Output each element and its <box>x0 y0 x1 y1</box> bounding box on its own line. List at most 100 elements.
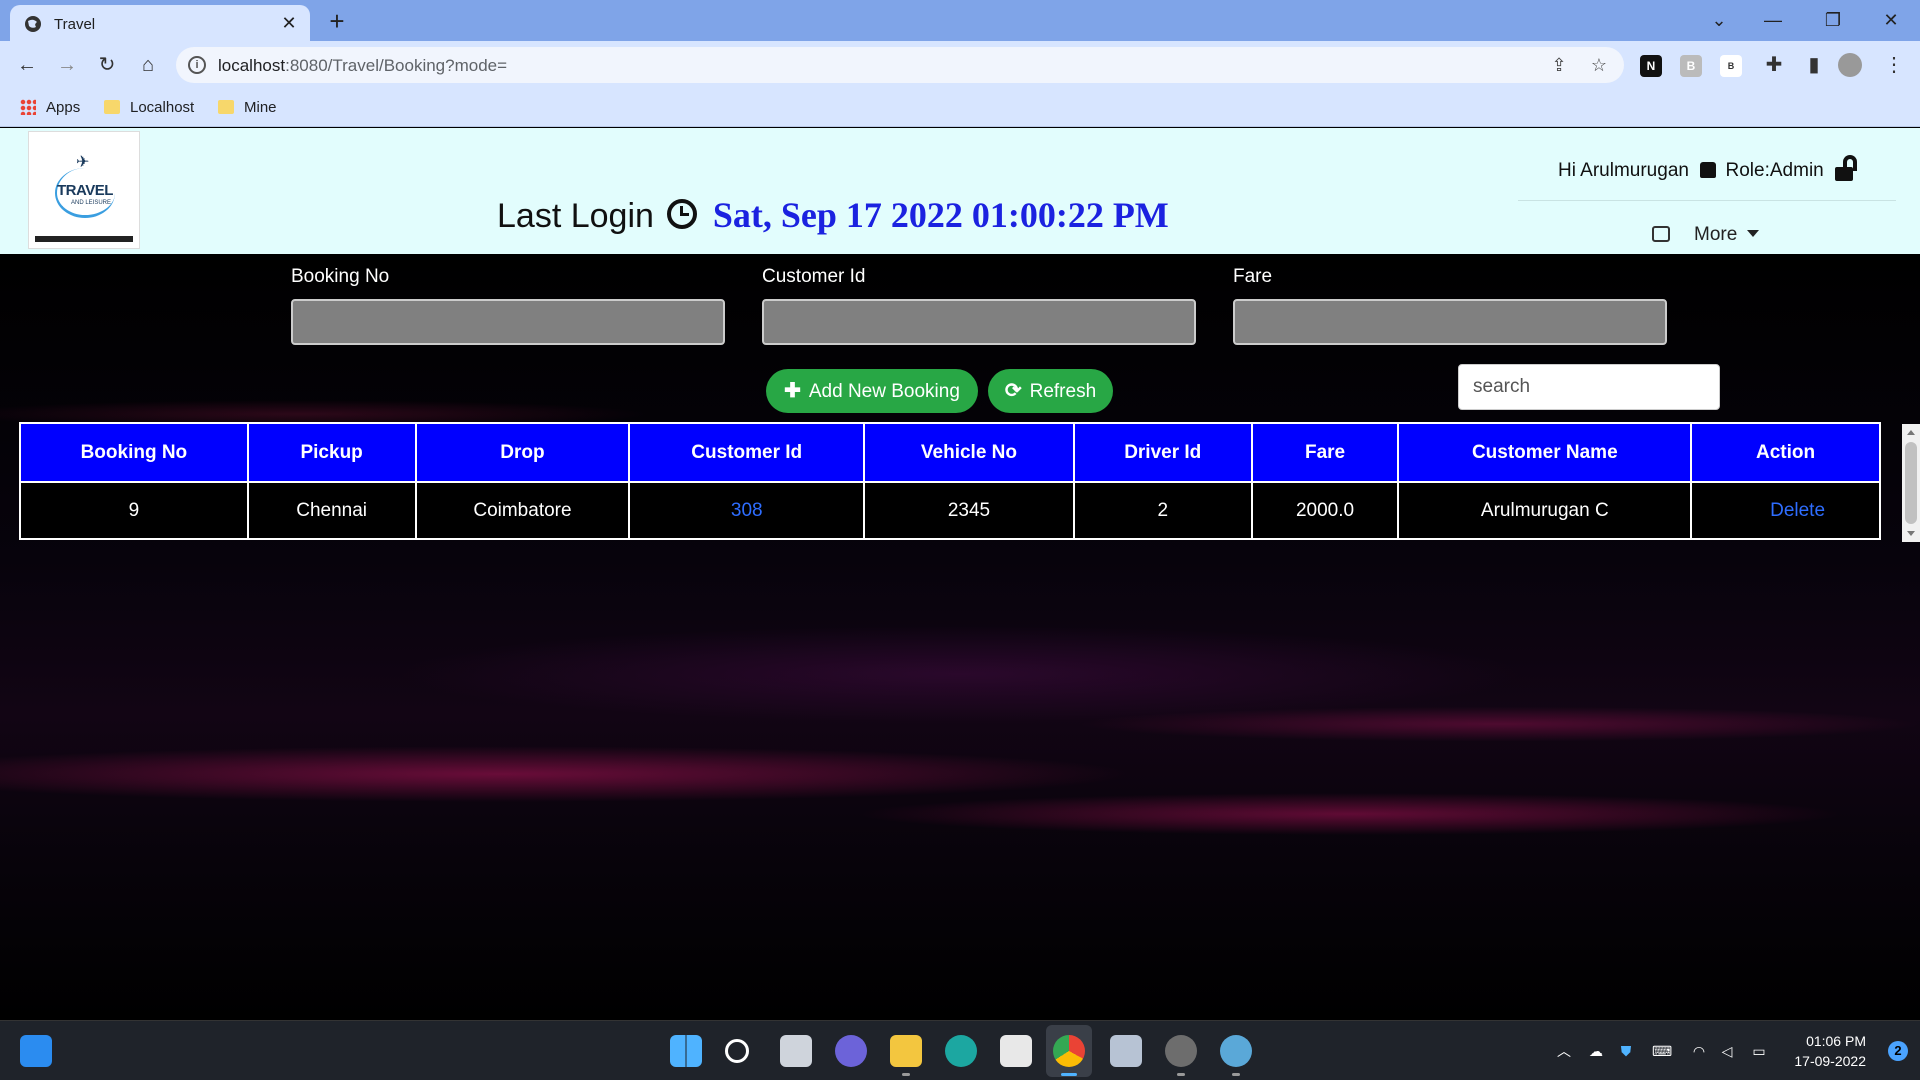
clock-time[interactable]: 01:06 PM <box>1806 1033 1866 1049</box>
home-icon[interactable]: ⌂ <box>134 51 162 79</box>
search-icon[interactable] <box>725 1039 749 1063</box>
delete-link[interactable]: Delete <box>1770 500 1825 521</box>
column-header[interactable]: Drop <box>414 422 631 483</box>
column-header[interactable]: Pickup <box>246 422 417 483</box>
more-menu[interactable]: More <box>1652 224 1760 246</box>
close-window-icon[interactable]: ✕ <box>1868 5 1914 35</box>
bookmark-star-icon[interactable]: ☆ <box>1588 54 1610 76</box>
clock-icon <box>667 199 698 229</box>
bookings-table: Booking No Pickup Drop Customer Id Vehic… <box>19 422 1881 540</box>
tab-title: Travel <box>54 16 96 33</box>
extension-n-icon[interactable]: N <box>1640 55 1662 77</box>
cell-action: Delete <box>1690 481 1881 540</box>
fare-input[interactable] <box>1233 299 1667 345</box>
extensions-puzzle-icon[interactable]: ✚ <box>1760 51 1788 79</box>
address-bar[interactable]: i localhost:8080/Travel/Booking?mode= ⇪ … <box>176 47 1624 83</box>
widgets-icon[interactable] <box>20 1035 52 1067</box>
battery-icon[interactable]: ▭ <box>1750 1043 1768 1059</box>
profile-avatar[interactable] <box>1838 53 1862 77</box>
chat-icon[interactable] <box>835 1035 867 1067</box>
user-role: Role:Admin <box>1725 160 1824 181</box>
chrome-icon[interactable] <box>1053 1035 1085 1067</box>
keyboard-icon[interactable]: ⌨ <box>1652 1043 1672 1059</box>
forward-icon[interactable]: → <box>53 51 81 79</box>
site-info-icon[interactable]: i <box>188 56 206 74</box>
start-windows-icon[interactable] <box>670 1035 702 1067</box>
active-indicator <box>1061 1073 1077 1076</box>
scroll-up-icon[interactable] <box>1907 430 1915 435</box>
cell-fare: 2000.0 <box>1250 481 1400 540</box>
back-icon[interactable]: ← <box>13 51 41 79</box>
booking-no-input[interactable] <box>291 299 725 345</box>
tray-chevron-up-icon[interactable]: ︿ <box>1555 1043 1573 1059</box>
running-indicator <box>902 1073 910 1076</box>
greeting: Hi Arulmurugan <box>1558 160 1689 181</box>
header-divider <box>1518 200 1896 201</box>
browser-tab[interactable]: Travel ✕ <box>10 5 310 41</box>
thumbs-up-icon <box>1700 162 1717 178</box>
plus-icon: ✚ <box>784 380 801 402</box>
table-header-row: Booking No Pickup Drop Customer Id Vehic… <box>19 422 1881 483</box>
side-panel-icon[interactable]: ▮ <box>1800 51 1828 79</box>
minimize-icon[interactable]: — <box>1750 5 1796 35</box>
bookmarks-bar: Apps Localhost Mine <box>0 89 1920 127</box>
url-text: localhost:8080/Travel/Booking?mode= <box>218 56 507 76</box>
scrollbar-thumb[interactable] <box>1905 442 1917 524</box>
scroll-down-icon[interactable] <box>1907 531 1915 536</box>
logo-text: TRAVEL <box>57 182 113 199</box>
url-path: :8080/Travel/Booking?mode= <box>285 56 508 75</box>
tab-close-icon[interactable]: ✕ <box>278 12 300 34</box>
search-input[interactable]: search <box>1458 364 1720 410</box>
volume-icon[interactable]: ◁ <box>1718 1043 1736 1059</box>
tab-search-chevron-icon[interactable]: ⌄ <box>1696 5 1742 35</box>
bookmark-mine[interactable]: Mine <box>218 97 277 119</box>
booking-no-label: Booking No <box>291 266 390 287</box>
caret-down-icon <box>1747 230 1760 237</box>
column-header[interactable]: Action <box>1690 422 1881 483</box>
customer-id-link[interactable]: 308 <box>731 500 763 521</box>
logo-bar <box>35 236 133 242</box>
clock-date[interactable]: 17-09-2022 <box>1794 1053 1866 1069</box>
logout-unlock-icon[interactable] <box>1835 155 1859 181</box>
mysql-workbench-icon[interactable] <box>1220 1035 1252 1067</box>
folder-icon <box>104 100 120 114</box>
column-header[interactable]: Fare <box>1250 422 1400 483</box>
vertical-scrollbar[interactable] <box>1902 424 1920 542</box>
refresh-label: Refresh <box>1029 381 1097 402</box>
customer-id-input[interactable] <box>762 299 1196 345</box>
reload-icon[interactable]: ↻ <box>93 51 121 79</box>
bookmark-apps[interactable]: Apps <box>20 97 80 119</box>
onedrive-cloud-icon[interactable]: ☁ <box>1587 1043 1605 1059</box>
store-icon[interactable] <box>1000 1035 1032 1067</box>
page-header: ✈ TRAVEL AND LEISURE Last Login Sat, Sep… <box>0 128 1920 254</box>
edge-icon[interactable] <box>945 1035 977 1067</box>
customer-id-label: Customer Id <box>762 266 866 287</box>
notification-badge[interactable]: 2 <box>1888 1041 1908 1061</box>
new-tab-icon[interactable]: + <box>323 8 351 34</box>
task-view-icon[interactable] <box>780 1035 812 1067</box>
wifi-icon[interactable]: ◠ <box>1690 1043 1708 1059</box>
extension-b-small-icon[interactable]: B <box>1720 55 1742 77</box>
column-header[interactable]: Customer Id <box>628 422 866 483</box>
share-icon[interactable]: ⇪ <box>1548 54 1570 76</box>
extension-b-icon[interactable]: B <box>1680 55 1702 77</box>
bookmark-localhost[interactable]: Localhost <box>104 97 194 119</box>
column-header[interactable]: Driver Id <box>1072 422 1253 483</box>
table-row: 9 Chennai Coimbatore 308 2345 2 2000.0 A… <box>19 481 1881 540</box>
menu-kebab-icon[interactable]: ⋮ <box>1880 51 1908 79</box>
refresh-button[interactable]: ⟳ Refresh <box>988 369 1113 413</box>
cell-booking-no: 9 <box>19 481 249 540</box>
column-header[interactable]: Booking No <box>19 422 249 483</box>
security-shield-icon[interactable]: ⛊ <box>1617 1043 1635 1059</box>
column-header[interactable]: Customer Name <box>1397 422 1693 483</box>
column-header[interactable]: Vehicle No <box>863 422 1075 483</box>
database-icon[interactable] <box>1110 1035 1142 1067</box>
add-new-booking-button[interactable]: ✚ Add New Booking <box>766 369 978 413</box>
file-explorer-icon[interactable] <box>890 1035 922 1067</box>
more-label: More <box>1694 224 1738 245</box>
cell-vehicle-no: 2345 <box>863 481 1075 540</box>
folder-icon <box>218 100 234 114</box>
settings-gear-icon[interactable] <box>1165 1035 1197 1067</box>
restore-icon[interactable]: ❐ <box>1810 5 1856 35</box>
refresh-icon: ⟳ <box>1004 380 1022 402</box>
